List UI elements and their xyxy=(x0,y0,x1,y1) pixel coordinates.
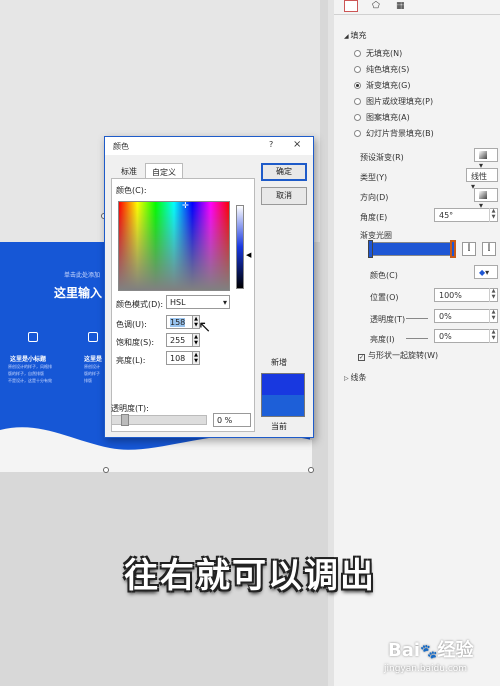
type-dropdown[interactable]: 线性 ▾ xyxy=(466,168,498,191)
rotate-with-shape-checkbox[interactable]: ✓ 与形状一起旋转(W) xyxy=(358,350,438,361)
chevron-down-icon: ▾ xyxy=(222,298,227,307)
cancel-button[interactable]: 取消 xyxy=(261,187,307,205)
saturation-label: 饱和度(S): xyxy=(116,338,155,347)
preset-gradient-label: 预设渐变(R) xyxy=(360,153,404,162)
file-icon xyxy=(28,332,38,342)
transparency-label: 透明度(T): xyxy=(111,404,149,413)
color-mode-select[interactable]: HSL ▾ xyxy=(166,295,230,309)
fill-line-tab-icon[interactable] xyxy=(344,0,358,12)
video-caption: 往右就可以调出 xyxy=(124,556,376,596)
new-color-swatch xyxy=(261,373,305,395)
direction-dropdown[interactable]: ▾ xyxy=(474,188,498,210)
selection-handle[interactable] xyxy=(103,467,109,473)
new-color-label: 新增 xyxy=(271,358,287,367)
gradient-stops-bar[interactable] xyxy=(370,242,454,256)
direction-swatch-icon xyxy=(479,191,487,199)
pane-divider xyxy=(334,14,500,15)
transparency-slider[interactable] xyxy=(406,318,428,319)
add-stop-icon[interactable]: ⫿ xyxy=(462,242,476,256)
fill-option-none[interactable]: 无填充(N) xyxy=(354,48,402,59)
radio-icon xyxy=(354,98,361,105)
hue-label: 色调(U): xyxy=(116,320,147,329)
spinner-icon[interactable]: ▲ ▼ xyxy=(489,329,497,343)
feature1-text: 版的样子，自然排版 xyxy=(8,371,44,376)
pentagon-effects-icon[interactable]: ⬠ xyxy=(372,1,380,11)
current-color-label: 当前 xyxy=(271,422,287,431)
feature2-text: 版的样子 xyxy=(84,371,100,376)
radio-icon xyxy=(354,66,361,73)
slider-arrow-icon[interactable]: ◀ xyxy=(246,251,251,259)
type-label: 类型(Y) xyxy=(360,173,388,182)
color-spectrum[interactable] xyxy=(118,201,230,291)
fill-option-gradient[interactable]: 渐变填充(G) xyxy=(354,80,410,91)
watermark-url: jingyan.baidu.com xyxy=(384,664,468,674)
selection-handle[interactable] xyxy=(308,467,314,473)
color-label: 颜色(C) xyxy=(370,271,398,280)
close-button[interactable]: × xyxy=(293,139,301,150)
paw-icon: 🐾 xyxy=(420,644,438,660)
radio-icon xyxy=(354,50,361,57)
transparency-input[interactable]: 0% ▲ ▼ xyxy=(434,309,498,323)
spinner-icon[interactable]: ▲ ▼ xyxy=(489,309,497,323)
brightness-slider[interactable] xyxy=(406,338,428,339)
spinner-icon[interactable]: ▲ ▼ xyxy=(489,288,497,302)
position-input[interactable]: 100% ▲ ▼ xyxy=(434,288,498,302)
luminance-spinner[interactable]: ▲ ▼ xyxy=(192,351,200,365)
transparency-slider-thumb[interactable] xyxy=(121,414,129,426)
color-mode-label: 颜色模式(D): xyxy=(116,300,164,309)
help-button[interactable]: ? xyxy=(269,140,273,149)
preset-gradient-dropdown[interactable]: ▾ xyxy=(474,148,498,170)
fill-option-pattern[interactable]: 图案填充(A) xyxy=(354,112,410,123)
brightness-label: 亮度(I) xyxy=(370,335,395,344)
feature1-title: 这里是小标题 xyxy=(10,356,47,363)
fill-option-background[interactable]: 幻灯片背景填充(B) xyxy=(354,128,434,139)
gradient-stops-label: 渐变光圈 xyxy=(360,231,392,240)
slide-headline: 这里输入 xyxy=(54,286,103,300)
paint-bucket-icon: ◆ xyxy=(479,268,486,277)
feature2-title: 这里是 xyxy=(84,356,103,363)
feature2-text: 原创设计 xyxy=(84,364,100,369)
gradient-stop-handle-selected[interactable] xyxy=(450,240,456,258)
colors-label: 颜色(C): xyxy=(116,186,147,195)
dialog-title: 颜色 xyxy=(113,142,129,151)
remove-stop-icon[interactable]: ⫿ xyxy=(482,242,496,256)
crosshair-icon: ✛ xyxy=(182,201,189,210)
radio-icon xyxy=(354,114,361,121)
mouse-cursor-icon: ↖ xyxy=(198,317,212,336)
angle-label: 角度(E) xyxy=(360,213,388,222)
fill-section-header[interactable]: ◢ 填充 xyxy=(344,30,367,41)
fill-option-picture[interactable]: 图片或纹理填充(P) xyxy=(354,96,433,107)
click-add-text: 单击此处添加 xyxy=(64,272,101,279)
transparency-label: 透明度(T) xyxy=(370,315,406,324)
radio-icon xyxy=(354,130,361,137)
tab-custom[interactable]: 自定义 xyxy=(145,163,183,179)
brightness-input[interactable]: 0% ▲ ▼ xyxy=(434,329,498,343)
feature2-text: 排版 xyxy=(84,378,92,383)
radio-icon xyxy=(354,82,361,89)
feature1-text: 原创设计的样子，风格排 xyxy=(8,364,52,369)
file-icon xyxy=(88,332,98,342)
ok-button[interactable]: 确定 xyxy=(261,163,307,181)
fill-option-solid[interactable]: 纯色填充(S) xyxy=(354,64,409,75)
gradient-stop-handle[interactable] xyxy=(368,240,373,258)
size-properties-icon[interactable]: ▦ xyxy=(396,1,405,11)
direction-label: 方向(D) xyxy=(360,193,389,202)
luminance-slider[interactable] xyxy=(236,205,244,289)
custom-tab-panel: 颜色(C): ✛ ◀ 颜色模式(D): HSL ▾ 色调(U): 158 ▲ ▼ 饱… xyxy=(111,178,255,432)
watermark-brand: Bai🐾经验 xyxy=(388,640,474,661)
luminance-label: 亮度(L): xyxy=(116,356,146,365)
tab-standard[interactable]: 标准 xyxy=(115,163,143,179)
color-picker-button[interactable]: ◆▾ xyxy=(474,265,498,279)
spinner-icon[interactable]: ▲ ▼ xyxy=(489,208,497,222)
checkmark-icon: ✓ xyxy=(358,354,365,361)
transparency-input[interactable]: 0 % xyxy=(213,413,251,427)
position-label: 位置(O) xyxy=(370,293,399,302)
color-dialog: 颜色 ? × 标准 自定义 颜色(C): ✛ ◀ 颜色模式(D): HSL ▾ 色… xyxy=(104,136,314,438)
line-section-header[interactable]: ▷ 线条 xyxy=(344,372,367,383)
current-color-swatch xyxy=(261,395,305,417)
gradient-swatch-icon xyxy=(479,151,487,159)
dialog-titlebar[interactable]: 颜色 ? × xyxy=(105,137,313,155)
angle-input[interactable]: 45° ▲ ▼ xyxy=(434,208,498,222)
feature1-text: 不是设计，这是十分有效 xyxy=(8,378,52,383)
